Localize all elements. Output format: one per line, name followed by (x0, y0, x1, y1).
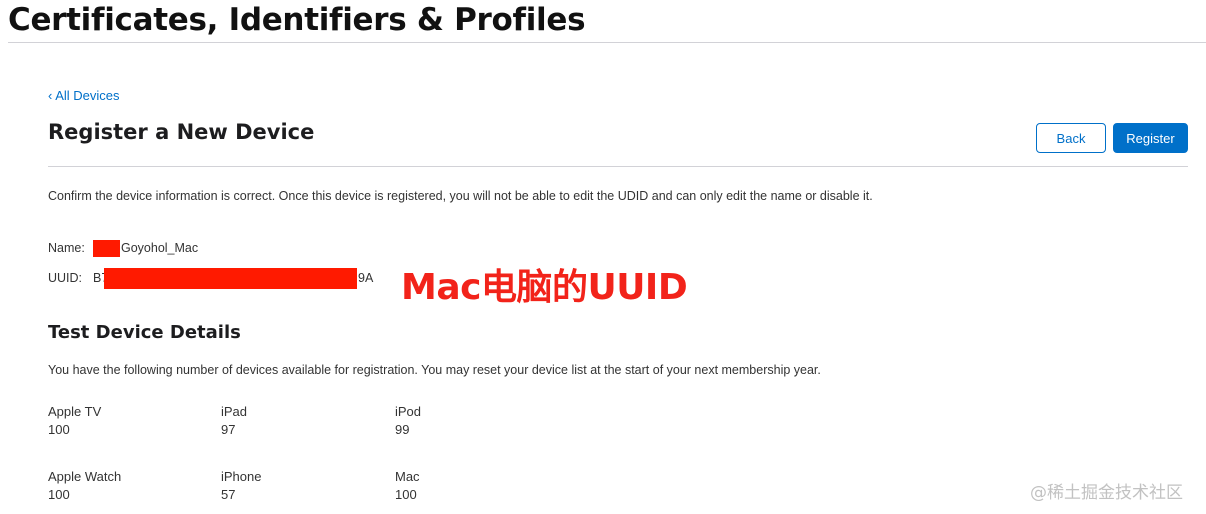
uuid-redaction (104, 268, 357, 289)
device-uuid-suffix: 9A (358, 271, 374, 285)
device-type-name: iPhone (221, 469, 262, 484)
device-available-count: 100 (48, 487, 70, 502)
test-device-details-description: You have the following number of devices… (48, 363, 821, 377)
page-title: Register a New Device (48, 120, 315, 144)
name-redaction (93, 240, 120, 257)
test-device-details-title: Test Device Details (48, 322, 241, 343)
device-name-label: Name: (48, 241, 85, 255)
device-type-name: Apple Watch (48, 469, 122, 484)
title-divider (48, 166, 1188, 167)
device-uuid-label: UUID: (48, 271, 83, 285)
device-available-count: 100 (395, 487, 417, 502)
register-button[interactable]: Register (1113, 123, 1188, 153)
back-button[interactable]: Back (1036, 123, 1106, 153)
confirm-message: Confirm the device information is correc… (48, 189, 873, 203)
header-divider (8, 42, 1206, 43)
device-available-count: 57 (221, 487, 236, 502)
device-available-count: 99 (395, 422, 410, 437)
uuid-annotation: Mac电脑的UUID (401, 267, 688, 308)
device-available-count: 97 (221, 422, 236, 437)
device-name-value: Goyohol_Mac (121, 241, 199, 255)
device-type-name: Mac (395, 469, 420, 484)
device-type-name: iPod (395, 404, 422, 419)
watermark: @稀土掘金技术社区 (1030, 483, 1183, 503)
app-title: Certificates, Identifiers & Profiles (8, 2, 586, 38)
device-available-count: 100 (48, 422, 70, 437)
device-type-name: iPad (221, 404, 248, 419)
device-type-name: Apple TV (48, 404, 102, 419)
all-devices-link[interactable]: ‹ All Devices (48, 88, 120, 103)
